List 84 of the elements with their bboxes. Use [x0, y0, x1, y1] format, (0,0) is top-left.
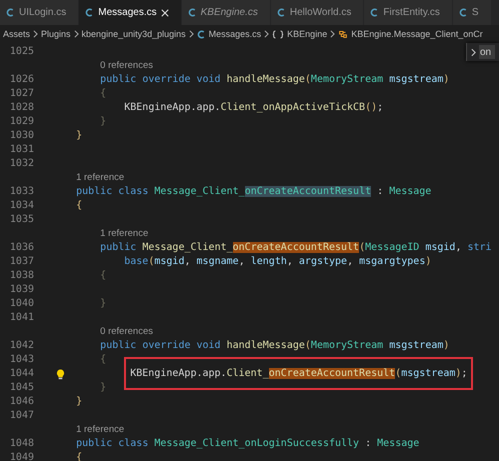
line-number: 1031 [8, 144, 34, 154]
line-number: 1026 [8, 74, 34, 84]
chevron-right-icon [74, 30, 79, 38]
breadcrumb-item[interactable]: KBEngine.Message_Client_onCr [351, 29, 483, 39]
code-text: KBEngineApp.app.Client_ [130, 368, 269, 378]
csharp-file-icon [188, 8, 197, 17]
breadcrumb-item[interactable]: Assets [3, 29, 30, 39]
code-lens-reference[interactable]: 1 reference [76, 172, 124, 182]
class-icon [338, 29, 348, 39]
code-text: { [76, 452, 82, 461]
lightbulb-icon[interactable] [56, 368, 65, 380]
line-number: 1030 [8, 130, 34, 140]
code-lens-reference[interactable]: 0 references [100, 60, 153, 70]
editor-tab[interactable]: FirstEntity.cs [364, 0, 453, 25]
editor-tab[interactable]: UILogin.cs [0, 0, 80, 25]
code-text: } [76, 130, 82, 140]
line-number: 1032 [8, 158, 34, 168]
line-number: 1049 [8, 452, 34, 461]
editor-tab[interactable]: Messages.cs [79, 0, 182, 25]
code-text: { [76, 200, 82, 210]
braces-icon [272, 30, 284, 38]
breadcrumb-item[interactable]: KBEngine [287, 29, 328, 39]
code-lens-reference[interactable]: 1 reference [100, 228, 148, 238]
code-text: KBEngineApp.app.Client_onAppActiveTickCB(); [124, 102, 384, 112]
breadcrumb-item[interactable]: Messages.cs [208, 29, 262, 39]
csharp-file-icon [276, 8, 286, 17]
line-number: 1027 [8, 88, 34, 98]
csharp-file-icon [370, 8, 380, 17]
line-number: 1025 [8, 46, 34, 56]
code-text: public Message_Client_ [100, 242, 233, 252]
line-number: 1038 [8, 270, 34, 280]
line-number: 1040 [8, 298, 34, 308]
editor-tab[interactable]: KBEngine.cs [182, 0, 271, 25]
code-text: } [100, 382, 106, 392]
find-input[interactable]: on [479, 45, 495, 59]
chevron-right-icon[interactable] [471, 48, 476, 56]
code-text: (msgstream); [395, 368, 468, 378]
chevron-right-icon [330, 30, 336, 38]
breadcrumb-item[interactable]: Plugins [41, 29, 71, 39]
code-lens-reference[interactable]: 1 reference [76, 424, 124, 434]
code-text: : Message [376, 186, 432, 196]
csharp-file-icon [6, 8, 15, 17]
line-number: 1035 [8, 214, 34, 224]
code-text: public class Message_Client_onLoginSuccessfully : Message [76, 438, 420, 448]
line-number: 1046 [8, 396, 34, 406]
code-text: public override void handleMessage(MemoryStream msgstream) [100, 340, 450, 350]
line-number: 1039 [8, 284, 34, 294]
highlighted-match: onCreateAccountResult [268, 368, 396, 378]
csharp-file-icon [85, 8, 94, 17]
line-number: 1047 [8, 410, 34, 420]
chevron-right-icon [264, 30, 270, 38]
code-text: public class Message_Client_ [76, 186, 245, 196]
breadcrumb-item[interactable]: kbengine_unity3d_plugins [82, 29, 186, 39]
line-number: 1037 [8, 256, 34, 266]
code-text: } [100, 116, 106, 126]
line-number: 1045 [8, 382, 34, 392]
editor-tab[interactable]: HelloWorld.cs [270, 0, 364, 25]
code-lens-reference[interactable]: 0 references [100, 326, 153, 336]
line-number: 1029 [8, 116, 34, 126]
close-icon[interactable] [160, 8, 169, 16]
line-number: 1044 [8, 368, 34, 378]
line-number: 1034 [8, 200, 34, 210]
code-text: base(msgid, msgname, length, argstype, msgargtypes) [124, 256, 432, 266]
code-text: public override void handleMessage(MemoryStream msgstream) [100, 74, 450, 84]
code-text: { [100, 270, 106, 280]
code-text: { [100, 88, 106, 98]
line-number: 1041 [8, 312, 34, 322]
line-number: 1033 [8, 186, 34, 196]
chevron-right-icon [188, 30, 194, 38]
line-number: 1048 [8, 438, 34, 448]
line-number: 1028 [8, 102, 34, 112]
line-number: 1043 [8, 354, 34, 364]
code-text: (MessageID msgid, stri [359, 242, 492, 252]
code-text: } [76, 396, 82, 406]
csharp-file-icon [458, 8, 468, 17]
editor-tab[interactable]: S [452, 0, 492, 25]
csharp-file-icon [196, 30, 206, 38]
code-text: } [100, 298, 106, 308]
chevron-right-icon [33, 30, 38, 38]
line-number: 1042 [8, 340, 34, 350]
line-number: 1036 [8, 242, 34, 252]
highlighted-match: onCreateAccountResult [232, 242, 360, 252]
highlighted-match: onCreateAccountResult [244, 186, 372, 196]
code-text: { [100, 354, 106, 364]
